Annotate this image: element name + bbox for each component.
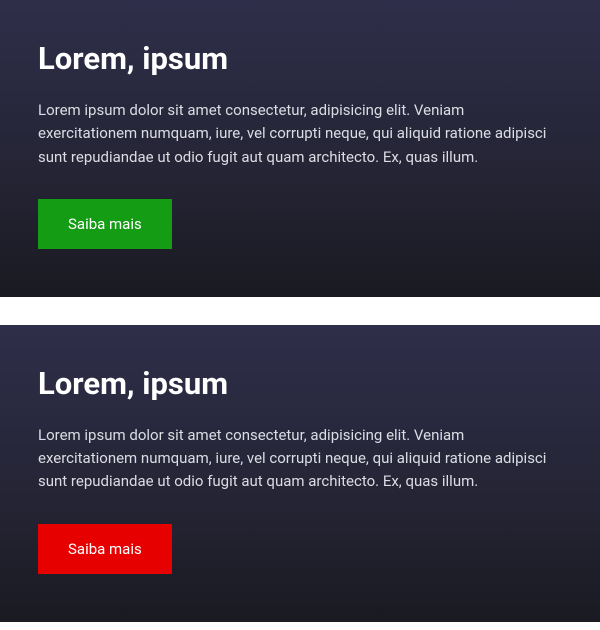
- card-body: Lorem ipsum dolor sit amet consectetur, …: [38, 99, 562, 169]
- card-body: Lorem ipsum dolor sit amet consectetur, …: [38, 424, 562, 494]
- promo-card-1: Lorem, ipsum Lorem ipsum dolor sit amet …: [0, 0, 600, 297]
- card-title: Lorem, ipsum: [38, 40, 562, 77]
- saiba-mais-button[interactable]: Saiba mais: [38, 524, 172, 574]
- promo-card-2: Lorem, ipsum Lorem ipsum dolor sit amet …: [0, 325, 600, 622]
- saiba-mais-button[interactable]: Saiba mais: [38, 199, 172, 249]
- card-title: Lorem, ipsum: [38, 365, 562, 402]
